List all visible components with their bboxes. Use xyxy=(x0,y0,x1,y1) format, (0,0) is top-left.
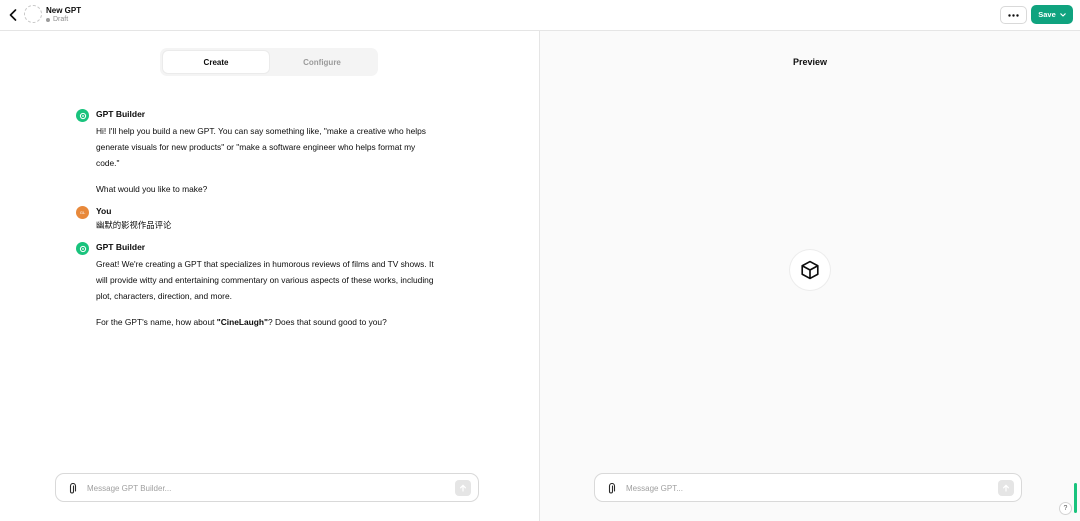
message-line: plot, characters, direction, and more. xyxy=(96,290,232,301)
more-options-button[interactable] xyxy=(1000,6,1027,24)
message-line: Hi! I'll help you build a new GPT. You c… xyxy=(96,126,426,136)
preview-panel: Preview xyxy=(540,31,1080,521)
arrow-up-icon xyxy=(1003,484,1009,492)
cube-icon xyxy=(801,260,819,280)
openai-logo-icon xyxy=(79,245,86,252)
preview-title: Preview xyxy=(792,57,828,67)
message-line: What would you like to make? xyxy=(96,184,208,195)
preview-composer xyxy=(594,473,1022,502)
status-text: Draft xyxy=(53,16,69,23)
paperclip-icon xyxy=(608,482,616,494)
message-line: will provide witty and entertaining comm… xyxy=(96,274,434,285)
draft-status: Draft xyxy=(46,16,68,23)
gpt-avatar-placeholder[interactable] xyxy=(24,5,42,23)
attach-button[interactable] xyxy=(66,482,78,494)
top-bar: New GPT Draft Save xyxy=(0,0,1080,31)
chevron-left-icon xyxy=(9,9,17,21)
message-line: Great! We're creating a GPT that special… xyxy=(96,259,434,269)
message-line: For the GPT's name, how about "CineLaugh… xyxy=(96,315,434,331)
preview-message-input[interactable] xyxy=(626,481,986,495)
chevron-down-icon xyxy=(1060,12,1066,17)
send-button[interactable] xyxy=(455,480,471,496)
tab-configure[interactable]: Configure xyxy=(269,51,375,73)
user-avatar: GL xyxy=(76,206,89,219)
message-text: 幽默的影视作品评论 xyxy=(96,218,171,234)
builder-message-input[interactable] xyxy=(87,481,447,495)
back-button[interactable] xyxy=(6,7,20,23)
arrow-up-icon xyxy=(460,484,466,492)
builder-panel: Create Configure GPT Builder Hi! I'll he… xyxy=(0,31,539,521)
message-author: You xyxy=(96,206,112,216)
builder-composer xyxy=(55,473,479,502)
help-button[interactable]: ? xyxy=(1059,502,1072,515)
suggested-name: "CineLaugh" xyxy=(216,317,268,328)
tab-create[interactable]: Create xyxy=(163,51,269,73)
scroll-indicator xyxy=(1074,483,1077,513)
mode-tabs: Create Configure xyxy=(160,48,378,76)
save-button[interactable]: Save xyxy=(1031,5,1073,24)
message-text: Great! We're creating a GPT that special… xyxy=(96,257,434,331)
message-line: 幽默的影视作品评论 xyxy=(96,220,172,230)
message-line: code." xyxy=(96,157,120,168)
send-button[interactable] xyxy=(998,480,1014,496)
message-author: GPT Builder xyxy=(96,109,146,119)
message-line: generate visuals for new products" or "m… xyxy=(96,141,416,152)
openai-logo-icon xyxy=(79,112,86,119)
gpt-preview-logo xyxy=(790,250,830,290)
message-author: GPT Builder xyxy=(96,242,146,252)
ellipsis-icon xyxy=(1008,13,1019,17)
status-dot xyxy=(46,17,50,22)
gpt-builder-avatar xyxy=(76,109,89,122)
message-text: Hi! I'll help you build a new GPT. You c… xyxy=(96,124,426,198)
gpt-builder-avatar xyxy=(76,242,89,255)
attach-button[interactable] xyxy=(605,482,617,494)
followup-text: For the GPT's name, how about xyxy=(96,317,217,328)
save-label: Save xyxy=(1038,10,1056,19)
followup-text: ? Does that sound good to you? xyxy=(268,317,387,328)
gpt-name: New GPT xyxy=(46,6,82,15)
paperclip-icon xyxy=(69,482,77,494)
